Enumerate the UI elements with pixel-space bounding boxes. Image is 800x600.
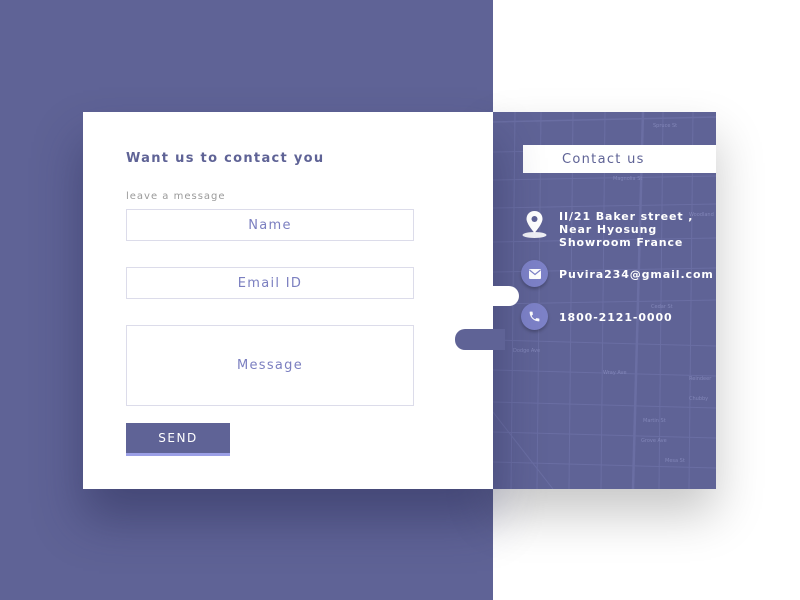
svg-text:Mesa St: Mesa St	[665, 458, 685, 464]
form-title: Want us to contact you	[126, 151, 325, 166]
name-field-placeholder: Name	[248, 217, 292, 233]
contact-form-card: Want us to contact you leave a message N…	[83, 112, 493, 489]
phone-icon	[521, 303, 548, 330]
email-field[interactable]: Email ID	[126, 267, 414, 299]
svg-text:Martin St: Martin St	[643, 418, 666, 424]
contact-info-panel: Spruce St Magnolia St Woodland Cedar St …	[493, 112, 716, 489]
svg-text:Magnolia St: Magnolia St	[613, 176, 642, 182]
message-field[interactable]: Message	[126, 325, 414, 406]
svg-text:Spruce St: Spruce St	[653, 123, 677, 129]
location-pin-icon	[521, 210, 548, 238]
svg-text:Grove Ave: Grove Ave	[641, 438, 667, 444]
contact-us-heading: Contact us	[562, 151, 645, 167]
mail-icon	[521, 260, 548, 287]
contact-us-tab: Contact us	[523, 145, 716, 173]
message-field-placeholder: Message	[236, 358, 304, 373]
svg-text:Reindeer: Reindeer	[689, 376, 712, 382]
send-button[interactable]: SEND	[126, 423, 230, 456]
svg-text:Chubby: Chubby	[689, 396, 708, 402]
form-subtitle: leave a message	[126, 191, 226, 202]
connector-pill-blue	[455, 329, 505, 350]
connector-pill-white	[480, 286, 519, 306]
email-text: Puvira234@gmail.com	[559, 268, 714, 281]
name-field[interactable]: Name	[126, 209, 414, 241]
svg-text:Wray Ave: Wray Ave	[603, 370, 627, 376]
email-field-placeholder: Email ID	[237, 275, 303, 291]
svg-text:Cedar St: Cedar St	[651, 304, 673, 310]
phone-text: 1800-2121-0000	[559, 311, 673, 324]
svg-text:Dodge Ave: Dodge Ave	[513, 348, 540, 354]
address-text: II/21 Baker street , Near Hyosung Showro…	[559, 210, 694, 249]
